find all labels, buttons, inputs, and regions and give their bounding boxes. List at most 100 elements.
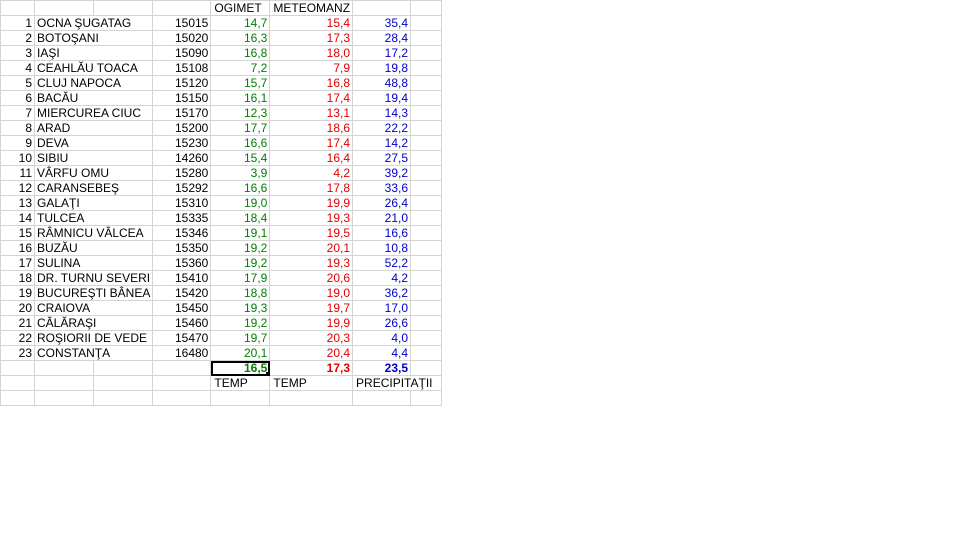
cell[interactable]: [410, 0, 443, 16]
cell[interactable]: [92, 390, 154, 406]
station-code-cell[interactable]: 15410: [152, 270, 212, 286]
ogimet-temp-cell[interactable]: 16,3: [210, 30, 271, 46]
station-code-cell[interactable]: 15310: [152, 195, 212, 211]
cell[interactable]: [410, 285, 443, 301]
cell[interactable]: [410, 15, 443, 31]
cell[interactable]: [0, 0, 35, 16]
station-name-cell[interactable]: IAŞI: [33, 45, 154, 61]
ogimet-temp-cell[interactable]: 12,3: [210, 105, 271, 121]
station-code-cell[interactable]: 15200: [152, 120, 212, 136]
station-code-cell[interactable]: 15346: [152, 225, 212, 241]
precipitation-cell[interactable]: 14,3: [352, 105, 412, 121]
meteomanz-temp-cell[interactable]: 16,4: [269, 150, 354, 166]
station-code-cell[interactable]: 15108: [152, 60, 212, 76]
meteomanz-temp-cell[interactable]: 17,4: [269, 135, 354, 151]
meteomanz-temp-cell[interactable]: 4,2: [269, 165, 354, 181]
meteomanz-temp-cell[interactable]: 20,4: [269, 345, 354, 361]
meteomanz-temp-cell[interactable]: 19,3: [269, 210, 354, 226]
row-number-cell[interactable]: 12: [0, 180, 35, 196]
cell[interactable]: [410, 150, 443, 166]
ogimet-header[interactable]: OGIMET: [210, 0, 271, 16]
row-number-cell[interactable]: 4: [0, 60, 35, 76]
cell[interactable]: [352, 390, 412, 406]
fill-handle[interactable]: [266, 372, 269, 375]
cell[interactable]: [152, 375, 212, 391]
precipitation-cell[interactable]: 4,0: [352, 330, 412, 346]
ogimet-temp-cell[interactable]: 19,2: [210, 255, 271, 271]
cell[interactable]: [410, 120, 443, 136]
ogimet-temp-cell[interactable]: 17,7: [210, 120, 271, 136]
precipitation-label[interactable]: PRECIPITAŢII: [352, 375, 443, 391]
cell[interactable]: [34, 375, 94, 391]
station-code-cell[interactable]: 15020: [152, 30, 212, 46]
cell[interactable]: [92, 360, 154, 376]
cell[interactable]: [0, 375, 35, 391]
cell[interactable]: [410, 45, 443, 61]
ogimet-temp-cell[interactable]: 15,4: [210, 150, 271, 166]
meteomanz-temp-cell[interactable]: 19,9: [269, 315, 354, 331]
station-code-cell[interactable]: 15420: [152, 285, 212, 301]
meteomanz-header[interactable]: METEOMANZ: [269, 0, 354, 16]
ogimet-temp-cell[interactable]: 16,6: [210, 135, 271, 151]
ogimet-temp-cell[interactable]: 16,1: [210, 90, 271, 106]
cell[interactable]: [152, 360, 212, 376]
row-number-cell[interactable]: 8: [0, 120, 35, 136]
station-name-cell[interactable]: CONSTANŢA: [33, 345, 154, 361]
meteomanz-temp-cell[interactable]: 20,3: [269, 330, 354, 346]
station-name-cell[interactable]: GALAŢI: [33, 195, 154, 211]
temp-label-meteomanz[interactable]: TEMP: [269, 375, 354, 391]
row-number-cell[interactable]: 23: [0, 345, 35, 361]
station-name-cell[interactable]: ARAD: [33, 120, 154, 136]
station-name-cell[interactable]: CĂLĂRAŞI: [33, 315, 154, 331]
row-number-cell[interactable]: 2: [0, 30, 35, 46]
precipitation-cell[interactable]: 28,4: [352, 30, 412, 46]
row-number-cell[interactable]: 1: [0, 15, 35, 31]
cell[interactable]: [410, 60, 443, 76]
cell[interactable]: [269, 390, 354, 406]
station-code-cell[interactable]: 14260: [152, 150, 212, 166]
cell[interactable]: [210, 390, 271, 406]
station-code-cell[interactable]: 15230: [152, 135, 212, 151]
cell[interactable]: [34, 360, 94, 376]
station-name-cell[interactable]: SIBIU: [33, 150, 154, 166]
cell[interactable]: [0, 360, 35, 376]
row-number-cell[interactable]: 6: [0, 90, 35, 106]
ogimet-temp-cell[interactable]: 19,2: [210, 315, 271, 331]
station-code-cell[interactable]: 15335: [152, 210, 212, 226]
cell[interactable]: [152, 390, 212, 406]
row-number-cell[interactable]: 17: [0, 255, 35, 271]
station-code-cell[interactable]: 15015: [152, 15, 212, 31]
station-name-cell[interactable]: DEVA: [33, 135, 154, 151]
row-number-cell[interactable]: 13: [0, 195, 35, 211]
station-code-cell[interactable]: 15280: [152, 165, 212, 181]
meteomanz-temp-cell[interactable]: 17,3: [269, 30, 354, 46]
meteomanz-temp-cell[interactable]: 19,3: [269, 255, 354, 271]
precipitation-cell[interactable]: 16,6: [352, 225, 412, 241]
row-number-cell[interactable]: 7: [0, 105, 35, 121]
precipitation-cell[interactable]: 39,2: [352, 165, 412, 181]
station-name-cell[interactable]: BUCUREŞTI BÂNEA: [33, 285, 154, 301]
ogimet-temp-cell[interactable]: 20,1: [210, 345, 271, 361]
cell[interactable]: [410, 300, 443, 316]
cell[interactable]: [410, 135, 443, 151]
row-number-cell[interactable]: 5: [0, 75, 35, 91]
cell[interactable]: [34, 0, 94, 16]
station-code-cell[interactable]: 16480: [152, 345, 212, 361]
row-number-cell[interactable]: 19: [0, 285, 35, 301]
meteomanz-temp-cell[interactable]: 18,6: [269, 120, 354, 136]
station-name-cell[interactable]: RÂMNICU VÂLCEA: [33, 225, 154, 241]
cell[interactable]: [0, 390, 35, 406]
cell[interactable]: [152, 0, 212, 16]
meteomanz-temp-cell[interactable]: 7,9: [269, 60, 354, 76]
ogimet-temp-cell[interactable]: 19,2: [210, 240, 271, 256]
cell[interactable]: [92, 375, 154, 391]
row-number-cell[interactable]: 16: [0, 240, 35, 256]
meteomanz-temp-cell[interactable]: 16,8: [269, 75, 354, 91]
meteomanz-temp-cell[interactable]: 18,0: [269, 45, 354, 61]
precipitation-cell[interactable]: 10,8: [352, 240, 412, 256]
station-code-cell[interactable]: 15350: [152, 240, 212, 256]
precipitation-cell[interactable]: 52,2: [352, 255, 412, 271]
ogimet-temp-cell[interactable]: 16,8: [210, 45, 271, 61]
row-number-cell[interactable]: 18: [0, 270, 35, 286]
station-name-cell[interactable]: CARANSEBEŞ: [33, 180, 154, 196]
